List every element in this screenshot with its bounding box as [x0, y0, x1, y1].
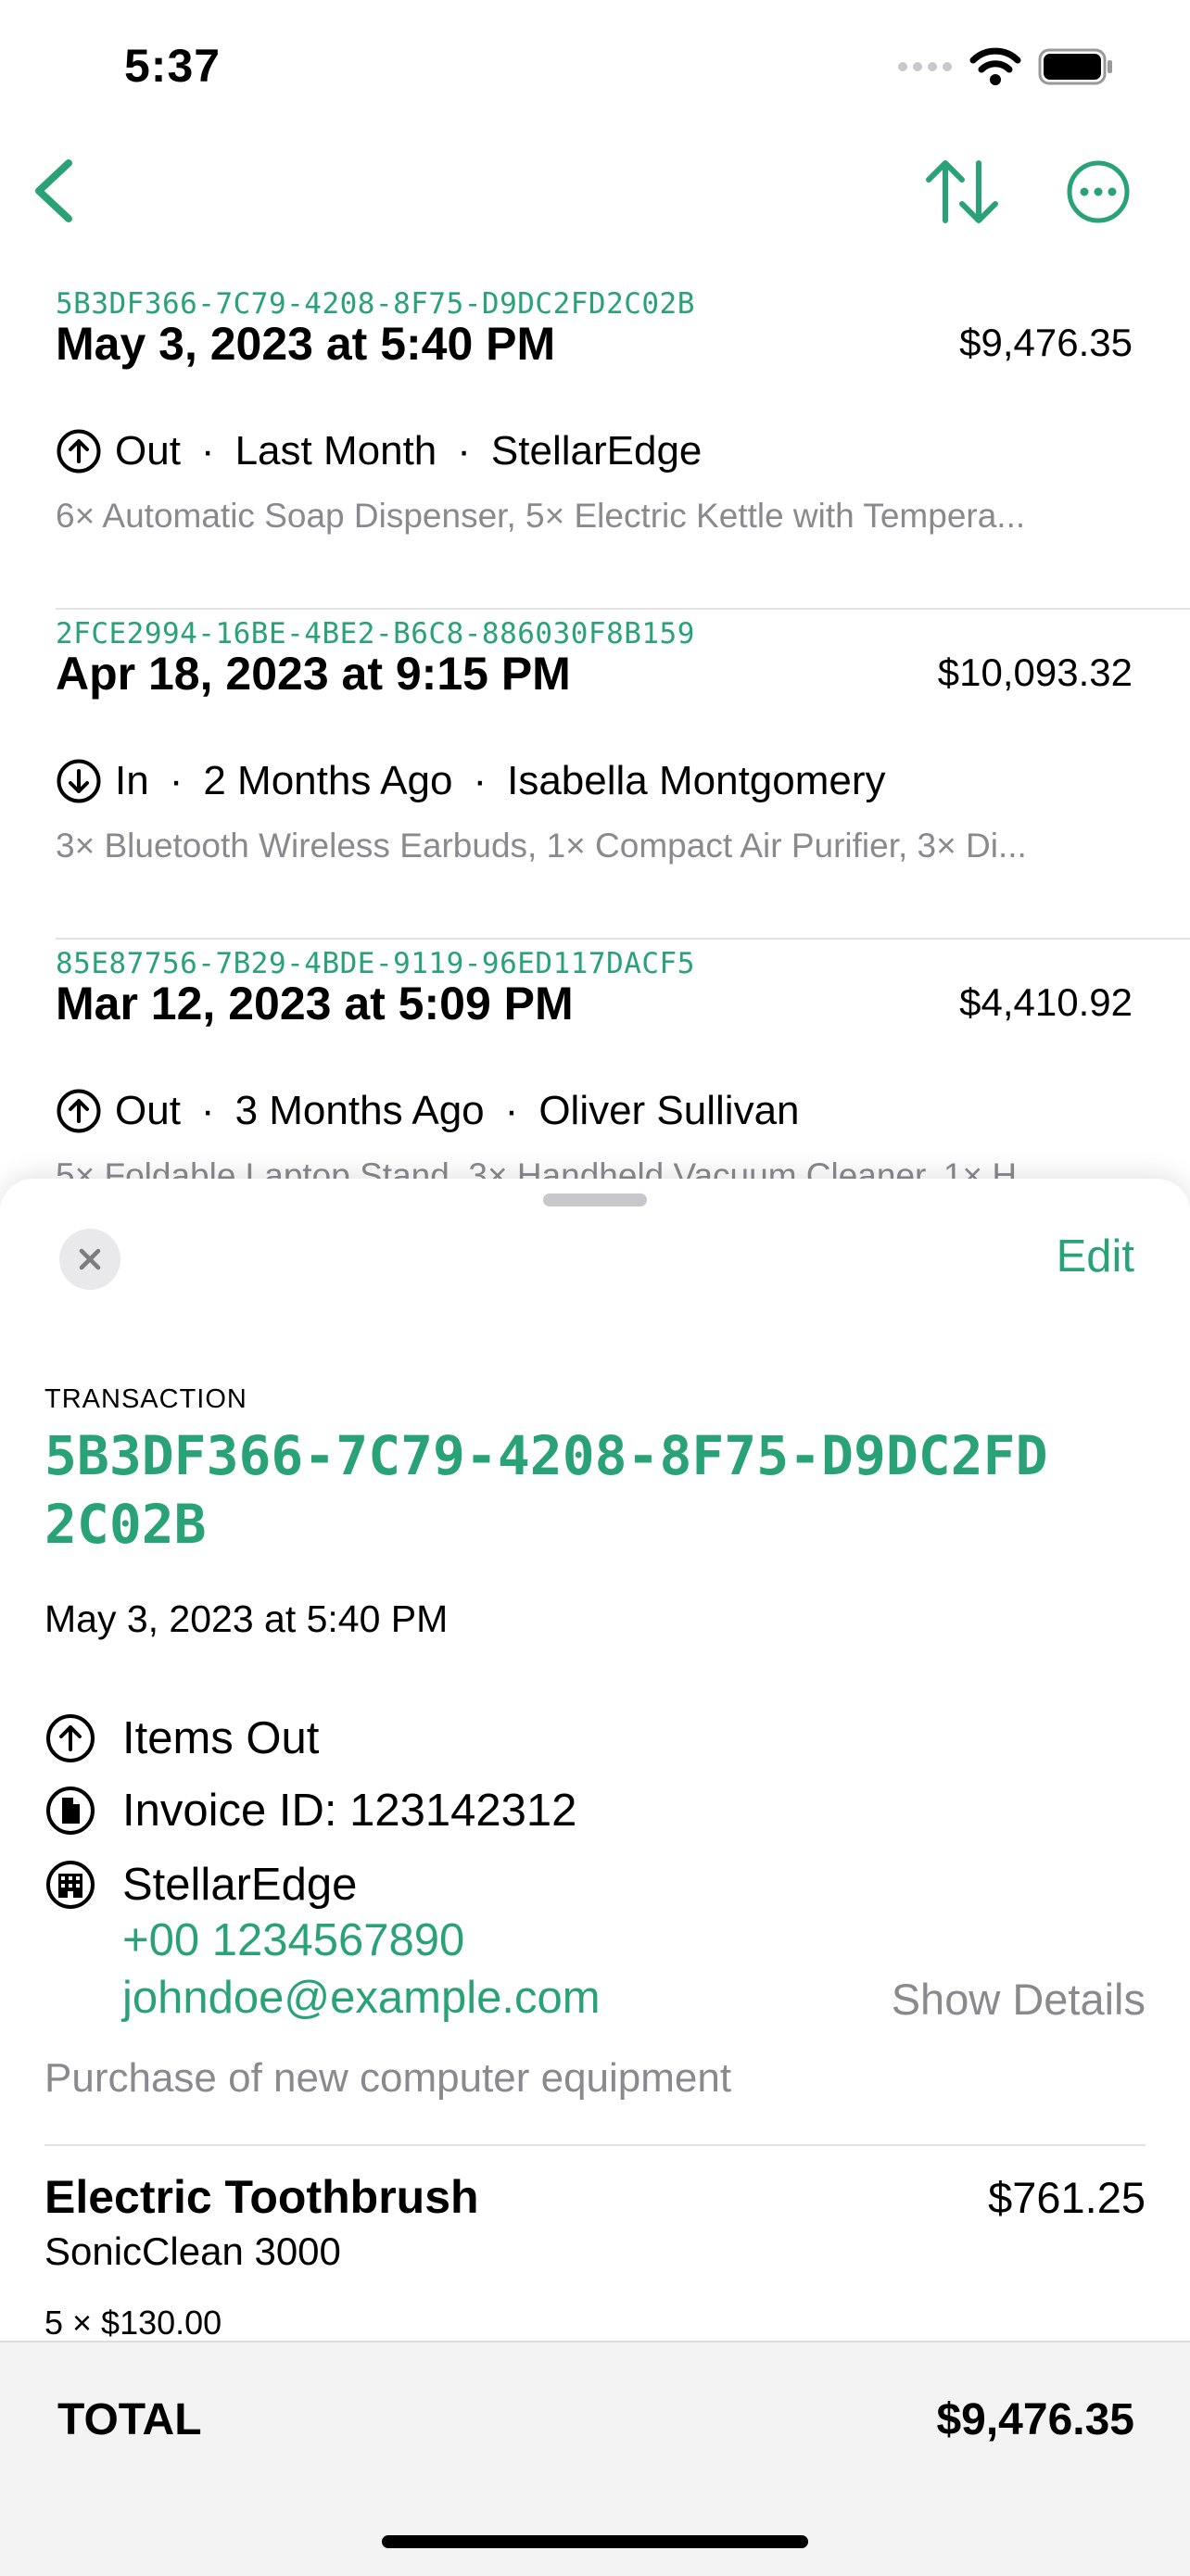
separator-dot: ·	[200, 428, 215, 474]
transaction-amount: $9,476.35	[959, 321, 1133, 364]
transaction-meta: In · 2 Months Ago · Isabella Montgomery	[56, 758, 886, 804]
back-button[interactable]	[26, 154, 82, 228]
sheet-grabber[interactable]	[543, 1193, 647, 1206]
transaction-row[interactable]: 2FCE2994-16BE-4BE2-B6C8-886030F8B159 Apr…	[56, 610, 1190, 940]
transaction-id: 2FCE2994-16BE-4BE2-B6C8-886030F8B159	[56, 617, 695, 650]
phone-link[interactable]: +00 1234567890	[122, 1914, 464, 1966]
arrow-up-circle-icon	[57, 429, 101, 474]
show-details-button[interactable]: Show Details	[892, 1974, 1146, 2025]
transaction-meta: Out · Last Month · StellarEdge	[56, 428, 702, 474]
transaction-row[interactable]: 5B3DF366-7C79-4208-8F75-D9DC2FD2C02B May…	[56, 280, 1190, 610]
transaction-party: Isabella Montgomery	[507, 758, 886, 803]
wifi-icon	[969, 47, 1021, 85]
invoice-line: Invoice ID: 123142312	[44, 1785, 576, 1837]
transaction-items: 3× Bluetooth Wireless Earbuds, 1× Compac…	[56, 827, 1027, 865]
total-value: $9,476.35	[936, 2395, 1134, 2444]
transaction-description: Purchase of new computer equipment	[44, 2055, 732, 2101]
section-label: TRANSACTION	[44, 1384, 247, 1414]
email-link[interactable]: johndoe@example.com	[122, 1972, 601, 2024]
line-item-price: $761.25	[988, 2173, 1146, 2222]
line-item-model: SonicClean 3000	[44, 2229, 341, 2273]
line-item-name: Electric Toothbrush	[44, 2171, 479, 2223]
transaction-date: May 3, 2023 at 5:40 PM	[44, 1597, 449, 1640]
chevron-left-icon	[35, 159, 72, 222]
transaction-relative-date: 2 Months Ago	[203, 758, 453, 803]
battery-icon	[1038, 48, 1112, 85]
transaction-date: Apr 18, 2023 at 9:15 PM	[56, 648, 571, 700]
direction-label: Items Out	[122, 1713, 320, 1763]
transaction-id: 85E87756-7B29-4BDE-9119-96ED117DACF5	[56, 947, 695, 980]
transaction-party: Oliver Sullivan	[538, 1088, 800, 1133]
arrow-up-circle-icon	[46, 1714, 95, 1762]
transaction-direction: Out	[115, 428, 181, 474]
direction-line: Items Out	[44, 1712, 319, 1764]
separator-dot: ·	[504, 1088, 519, 1133]
arrow-down-circle-icon	[57, 759, 101, 803]
separator-dot: ·	[473, 758, 487, 803]
separator-dot: ·	[457, 428, 471, 474]
arrow-up-down-icon	[926, 160, 998, 223]
transaction-direction: In	[115, 758, 149, 803]
transaction-date: Mar 12, 2023 at 5:09 PM	[56, 978, 574, 1029]
more-button[interactable]	[1066, 159, 1131, 224]
party-line: StellarEdge	[44, 1859, 357, 1911]
building-icon	[46, 1861, 95, 1909]
transaction-id-heading: 5B3DF366-7C79-4208-8F75-D9DC2FD2C02B	[44, 1424, 1048, 1556]
arrow-up-circle-icon	[57, 1089, 101, 1133]
close-button[interactable]	[59, 1229, 120, 1290]
close-icon	[79, 1248, 101, 1270]
transaction-relative-date: 3 Months Ago	[234, 1088, 485, 1133]
home-indicator[interactable]	[382, 2535, 808, 2548]
transaction-date: May 3, 2023 at 5:40 PM	[56, 318, 556, 370]
transaction-items: 6× Automatic Soap Dispenser, 5× Electric…	[56, 497, 1026, 535]
transaction-id: 5B3DF366-7C79-4208-8F75-D9DC2FD2C02B	[56, 287, 695, 321]
total-label: TOTAL	[57, 2395, 202, 2444]
section-divider	[44, 2144, 1146, 2146]
transaction-direction: Out	[115, 1088, 181, 1133]
status-icons	[897, 46, 1114, 87]
separator-dot: ·	[169, 758, 184, 803]
transaction-amount: $4,410.92	[959, 980, 1133, 1024]
transaction-amount: $10,093.32	[937, 650, 1133, 694]
separator-dot: ·	[200, 1088, 215, 1133]
cellular-signal-icon	[898, 62, 952, 71]
document-icon	[46, 1787, 95, 1835]
line-item-quantity: 5 × $130.00	[44, 2304, 222, 2342]
ellipsis-circle-icon	[1067, 160, 1130, 223]
transaction-meta: Out · 3 Months Ago · Oliver Sullivan	[56, 1088, 800, 1134]
sort-button[interactable]	[923, 156, 1001, 228]
transaction-party: StellarEdge	[490, 428, 703, 474]
edit-button[interactable]: Edit	[1057, 1231, 1134, 1282]
party-name: StellarEdge	[122, 1860, 358, 1910]
status-time: 5:37	[124, 40, 222, 92]
transaction-relative-date: Last Month	[234, 428, 437, 474]
invoice-id: Invoice ID: 123142312	[122, 1786, 577, 1836]
